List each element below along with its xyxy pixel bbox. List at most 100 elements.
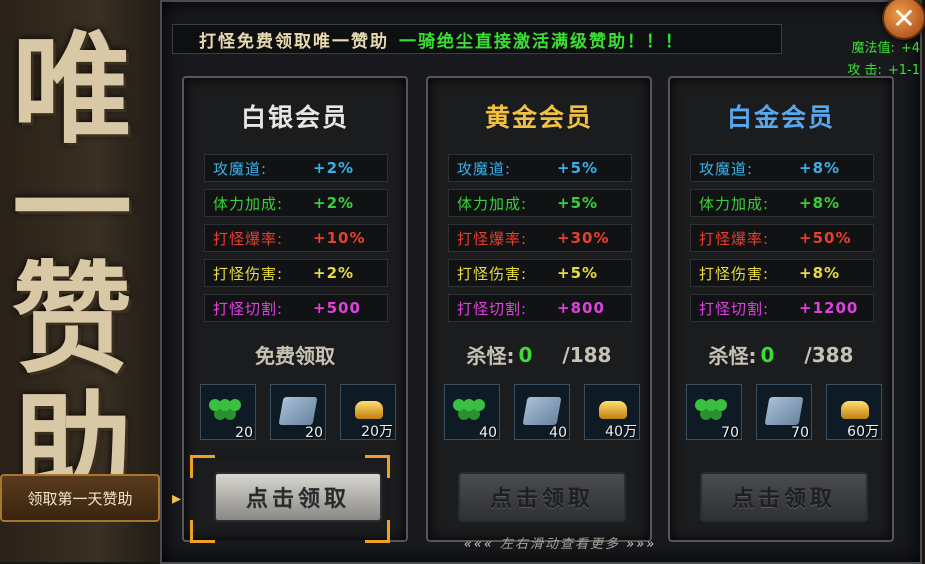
attr-row: 打怪伤害: +8% [690,259,874,287]
stat-value: +4 [900,41,920,56]
claim-button-gold[interactable]: 点击领取 [458,472,626,522]
gold-ingot-icon [355,401,383,419]
guide-tip[interactable]: 领取第一天赞助 [0,474,160,522]
chevron-left-icon: ««« [463,537,494,552]
attr-value: +5% [557,159,599,177]
attr-row: 攻魔道: +8% [690,154,874,182]
attr-row: 打怪爆率: +30% [448,224,632,252]
attr-row: 体力加成: +5% [448,189,632,217]
reward-items: 20 20 20万 [200,384,396,441]
top-banner: 打怪免费领取唯一赞助 一骑绝尘直接激活满级赞助！！！ [172,24,782,54]
swipe-hint-text: 左右滑动查看更多 [499,537,620,552]
guide-tip-label: 领取第一天赞助 [27,489,133,508]
bracket-gap [387,478,390,520]
attr-value: +5% [557,194,599,212]
reward-count: 70 [721,425,739,441]
attr-value: +500 [313,299,361,317]
cloth-icon [278,397,318,425]
attr-label: 体力加成: [457,194,528,213]
stat-row: 魔法值: +4 [770,38,920,60]
attr-row: 打怪切割: +1200 [690,294,874,322]
swipe-hint: ««« 左右滑动查看更多 »»» [420,533,700,553]
free-claim-text: 免费领取 [255,344,335,368]
card-gold: 黄金会员 攻魔道: +5% 体力加成: +5% 打怪爆率: +30% 打怪伤害: +5%… [426,76,652,542]
reward-items: 40 40 40万 [444,384,640,441]
attr-value: +8% [799,194,841,212]
reward-count: 20万 [361,424,393,440]
banner-text-1: 打怪免费领取唯一赞助 [199,31,389,52]
attr-value: +50% [799,229,852,247]
attr-row: 打怪伤害: +5% [448,259,632,287]
card-platinum: 白金会员 攻魔道: +8% 体力加成: +8% 打怪爆率: +50% 打怪伤害: +8%… [668,76,894,542]
card-title: 白银会员 [240,103,349,132]
reward-count: 20 [235,425,253,441]
reward-slot[interactable]: 40 [514,384,570,441]
attr-row: 打怪切割: +500 [204,294,388,322]
reward-slot[interactable]: 40 [444,384,500,441]
kill-current: 0 [518,342,533,367]
herb-icon [695,399,707,411]
chevron-right-icon: »»» [626,537,657,552]
attr-value: +2% [313,194,355,212]
attr-value: +10% [313,229,366,247]
attr-value: +800 [557,299,605,317]
attr-label: 打怪切割: [213,299,284,318]
bracket-gap [215,540,365,543]
reward-slot[interactable]: 40万 [584,384,640,440]
reward-count: 70 [791,425,809,441]
side-char-3: 赞 [12,249,132,390]
reward-slot[interactable]: 70 [756,384,812,441]
attr-label: 打怪伤害: [457,264,528,283]
attr-value: +2% [313,159,355,177]
kill-requirement: 杀怪: 0 /188 [428,340,650,369]
kill-label: 杀怪: [466,344,515,368]
close-button[interactable]: ✕ [882,0,925,40]
attr-label: 打怪爆率: [699,229,770,248]
attr-label: 打怪伤害: [699,264,770,283]
herb-icon [209,399,221,411]
attr-row: 打怪爆率: +50% [690,224,874,252]
bracket-gap [190,478,193,520]
attr-row: 攻魔道: +5% [448,154,632,182]
highlight-bracket [190,455,390,543]
reward-slot[interactable]: 60万 [826,384,882,440]
card-title: 白金会员 [726,103,835,132]
close-icon: ✕ [892,1,916,35]
attr-label: 打怪爆率: [457,229,528,248]
reward-slot[interactable]: 20 [270,384,326,441]
attr-label: 体力加成: [699,194,770,213]
attr-value: +1200 [799,299,859,317]
side-char-1: 唯 [12,19,132,160]
kill-current: 0 [760,342,775,367]
cloth-icon [764,397,804,425]
attr-row: 体力加成: +2% [204,189,388,217]
attr-value: +8% [799,264,841,282]
attr-label: 打怪切割: [699,299,770,318]
herb-icon [453,399,465,411]
attr-label: 打怪伤害: [213,264,284,283]
card-title: 黄金会员 [484,103,593,132]
attr-row: 打怪切割: +800 [448,294,632,322]
claim-button-platinum[interactable]: 点击领取 [700,472,868,522]
guide-arrow-icon: ▸ [172,488,182,509]
attr-row: 体力加成: +8% [690,189,874,217]
bracket-gap [215,455,365,458]
reward-slot[interactable]: 20 [200,384,256,441]
attr-value: +8% [799,159,841,177]
attr-value: +30% [557,229,610,247]
kill-label: 杀怪: [708,344,757,368]
reward-slot[interactable]: 20万 [340,384,396,440]
cloth-icon [522,397,562,425]
attr-row: 打怪伤害: +2% [204,259,388,287]
gold-ingot-icon [841,401,869,419]
attr-label: 攻魔道: [213,159,268,178]
attr-row: 打怪爆率: +10% [204,224,388,252]
banner-text-2: 一骑绝尘直接激活满级赞助！！！ [399,31,684,52]
reward-slot[interactable]: 70 [686,384,742,441]
stat-label: 魔法值: [851,41,895,56]
kill-total: /388 [804,342,854,367]
attr-label: 攻魔道: [457,159,512,178]
attr-label: 体力加成: [213,194,284,213]
attr-label: 打怪切割: [457,299,528,318]
attr-label: 打怪爆率: [213,229,284,248]
